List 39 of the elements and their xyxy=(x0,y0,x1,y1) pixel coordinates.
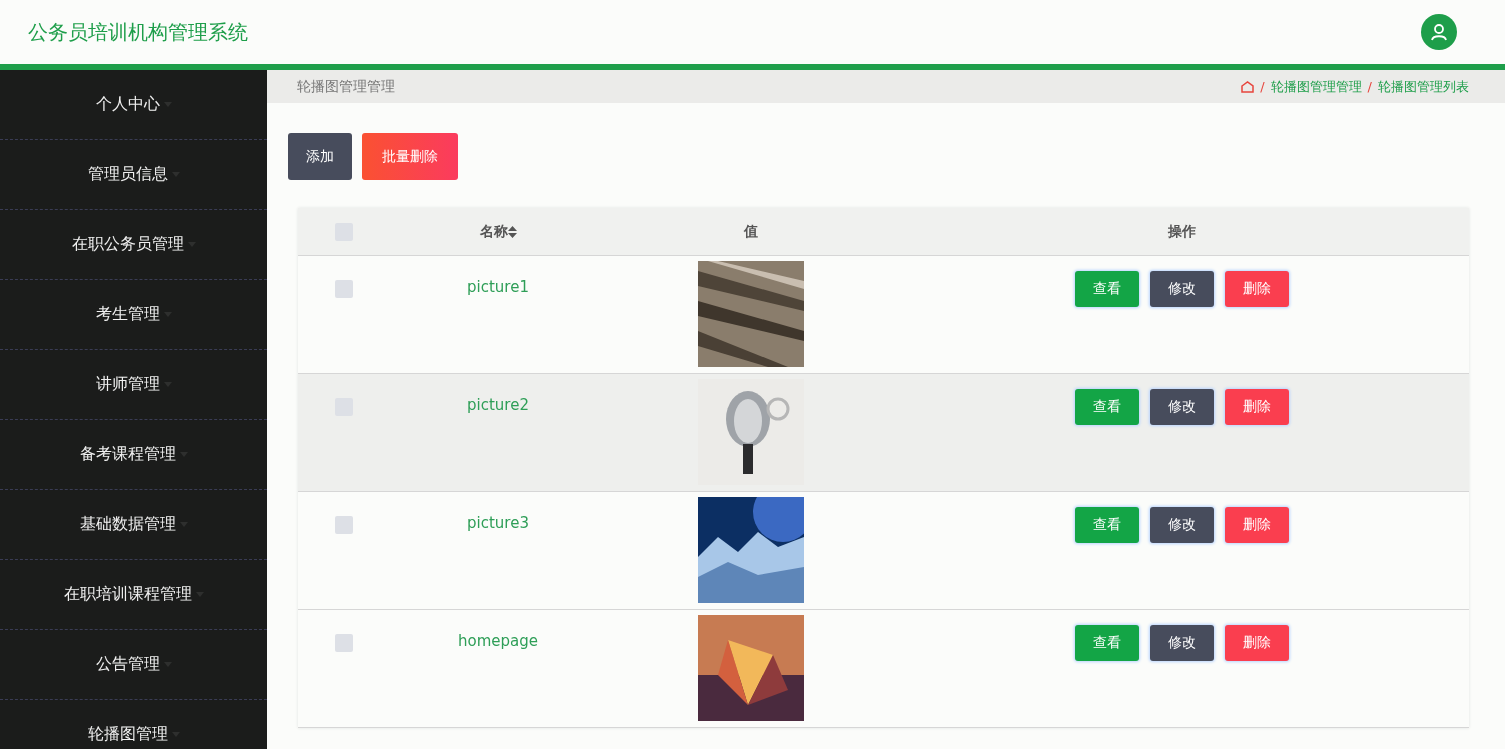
edit-button[interactable]: 修改 xyxy=(1150,271,1214,307)
sort-icon[interactable] xyxy=(507,226,517,238)
sidebar-item[interactable]: 基础数据管理 xyxy=(0,490,267,560)
column-header: 值 xyxy=(743,223,758,241)
sidebar-item[interactable]: 讲师管理 xyxy=(0,350,267,420)
name-cell: picture1 xyxy=(467,278,529,296)
app-title: 公务员培训机构管理系统 xyxy=(28,18,248,46)
row-checkbox[interactable] xyxy=(335,634,353,652)
name-cell: picture2 xyxy=(467,396,529,414)
add-button[interactable]: 添加 xyxy=(288,133,352,180)
edit-button[interactable]: 修改 xyxy=(1150,389,1214,425)
table-row[interactable]: picture2 查看 修改 删除 xyxy=(298,374,1469,492)
sidebar-item[interactable]: 在职公务员管理 xyxy=(0,210,267,280)
edit-button[interactable]: 修改 xyxy=(1150,507,1214,543)
row-checkbox[interactable] xyxy=(335,516,353,534)
sidebar-item[interactable]: 考生管理 xyxy=(0,280,267,350)
delete-button[interactable]: 删除 xyxy=(1225,389,1289,425)
edit-button[interactable]: 修改 xyxy=(1150,625,1214,661)
breadcrumb-separator: / xyxy=(1260,79,1265,94)
sidebar-item[interactable]: 公告管理 xyxy=(0,630,267,700)
table-row[interactable]: homepage 查看 修改 删除 xyxy=(298,610,1469,728)
user-avatar-icon[interactable] xyxy=(1421,14,1457,50)
table-row[interactable]: picture1 查看 修改 删除 xyxy=(298,256,1469,374)
breadcrumb-separator: / xyxy=(1367,79,1372,94)
name-cell: homepage xyxy=(458,632,538,650)
row-checkbox[interactable] xyxy=(335,280,353,298)
sidebar-item[interactable]: 备考课程管理 xyxy=(0,420,267,490)
delete-button[interactable]: 删除 xyxy=(1225,625,1289,661)
column-header: 操作 xyxy=(1168,223,1196,241)
delete-button[interactable]: 删除 xyxy=(1225,271,1289,307)
table-row[interactable]: picture3 查看 修改 删除 xyxy=(298,492,1469,610)
name-cell: picture3 xyxy=(467,514,529,532)
sidebar-item[interactable]: 管理员信息 xyxy=(0,140,267,210)
home-icon[interactable] xyxy=(1241,80,1255,93)
page-title: 轮播图管理管理 xyxy=(297,77,395,96)
sidebar-item[interactable]: 在职培训课程管理 xyxy=(0,560,267,630)
delete-button[interactable]: 删除 xyxy=(1225,507,1289,543)
column-header[interactable]: 名称 xyxy=(479,223,517,241)
sidebar-item[interactable]: 轮播图管理 xyxy=(0,700,267,749)
